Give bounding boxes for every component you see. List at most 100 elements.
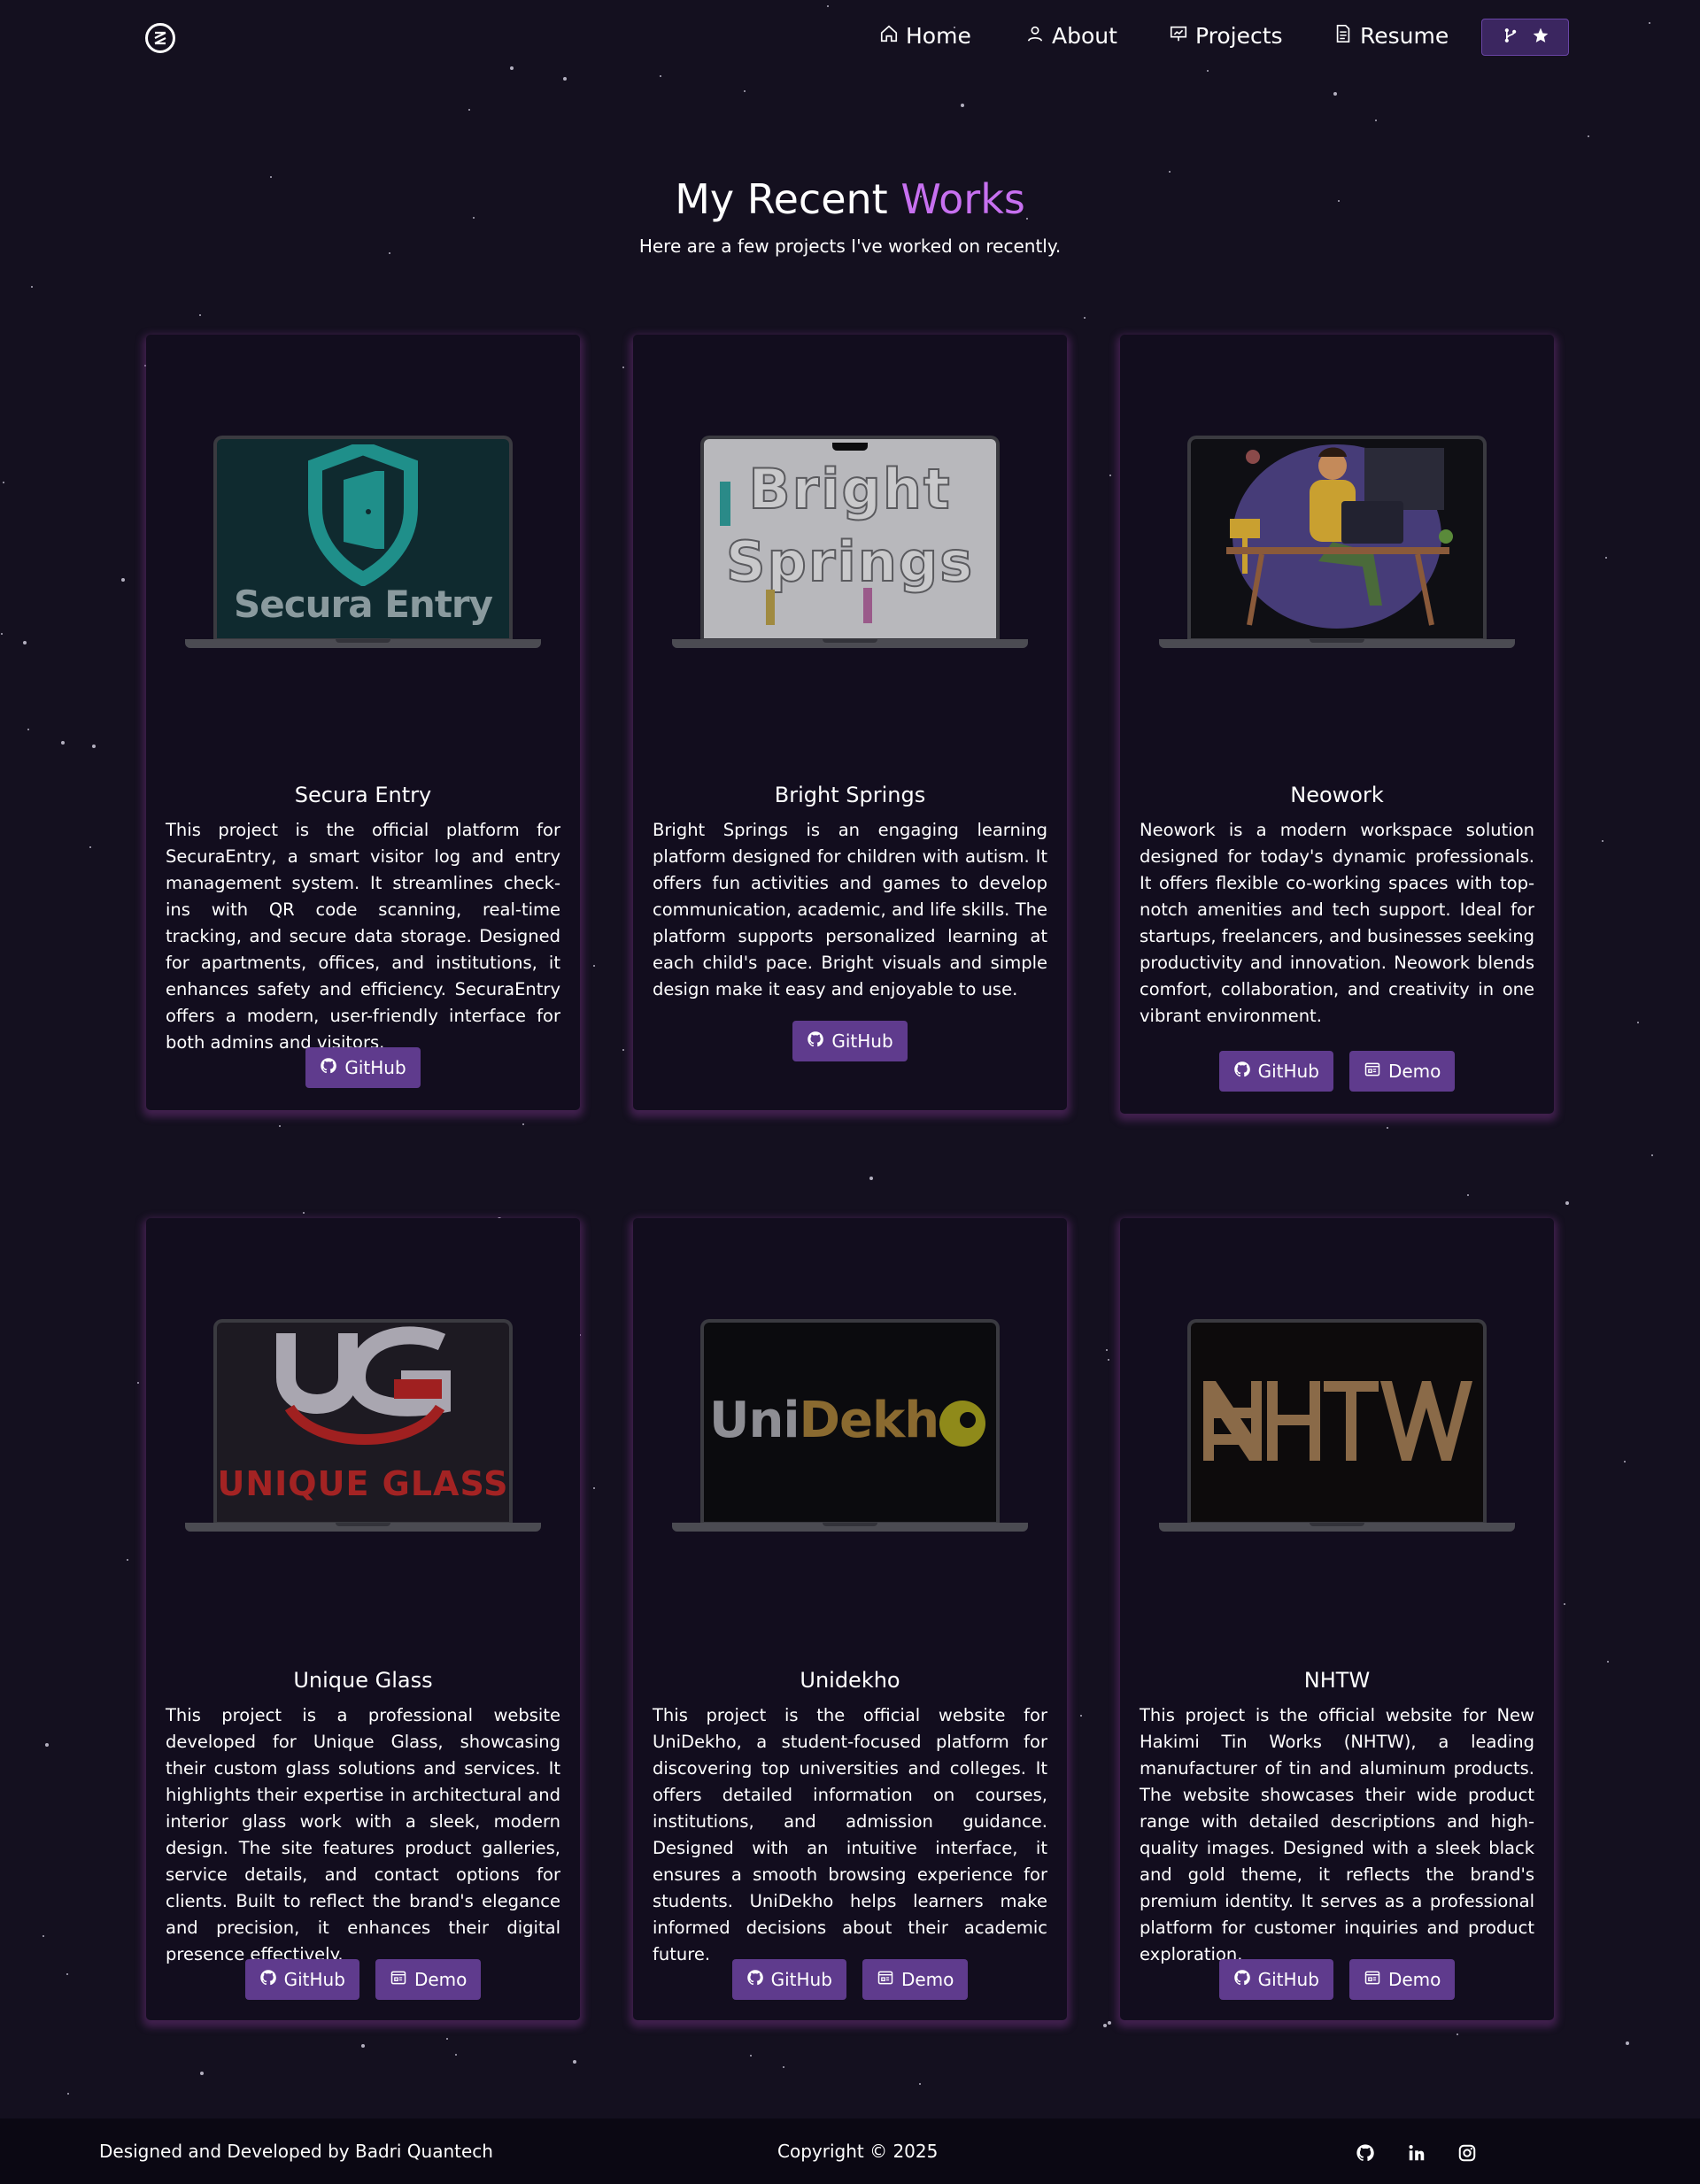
project-screenshot: UNIQUE GLASS: [217, 1323, 509, 1522]
github-button[interactable]: GitHub: [792, 1021, 908, 1061]
star-dot: [303, 1212, 305, 1214]
footer-credit: Designed and Developed by Badri Quantech: [99, 2141, 493, 2162]
star-dot: [1457, 2034, 1458, 2035]
github-icon: [1233, 1061, 1251, 1083]
linkedin-icon[interactable]: [1407, 2143, 1426, 2163]
eye-logo-icon: [939, 1401, 985, 1447]
page-title-accent: Works: [900, 175, 1025, 223]
nav-about-link[interactable]: About: [1025, 19, 1117, 51]
project-card-nhtw: NHTW This project is the official websit…: [1120, 1218, 1554, 2020]
logo-icon[interactable]: [145, 23, 175, 53]
nav-home-label: Home: [906, 22, 971, 49]
project-description: This project is a professional website d…: [166, 1705, 560, 1964]
star-dot: [89, 846, 91, 848]
star-dot: [127, 1559, 128, 1561]
project-description: Neowork is a modern workspace solution d…: [1140, 820, 1535, 1026]
star-dot: [1607, 1661, 1609, 1663]
nav-projects-link[interactable]: Projects: [1169, 19, 1283, 51]
fork-icon: [1502, 27, 1519, 48]
nav-about-label: About: [1052, 22, 1117, 49]
github-button-label: GitHub: [1257, 1969, 1319, 1990]
github-icon: [1233, 1969, 1251, 1991]
project-screenshot: Bright Springs: [704, 439, 996, 638]
demo-button[interactable]: Demo: [1348, 1051, 1456, 1092]
star-dot: [919, 2083, 921, 2085]
github-button[interactable]: GitHub: [731, 1959, 846, 2000]
github-icon[interactable]: [1356, 2143, 1375, 2163]
screen-brand-text-dekh: Dekh: [799, 1392, 940, 1449]
star-dot: [446, 2038, 448, 2040]
user-icon: [1025, 23, 1045, 49]
star-dot: [1467, 1194, 1469, 1196]
github-icon: [807, 1030, 824, 1053]
project-description: This project is the official platform fo…: [166, 820, 560, 1053]
project-description: This project is the official website for…: [1140, 1705, 1534, 1964]
github-button[interactable]: GitHub: [1218, 1959, 1333, 2000]
demo-button[interactable]: Demo: [375, 1959, 482, 2000]
github-button[interactable]: GitHub: [244, 1959, 359, 2000]
star-dot: [744, 90, 746, 92]
project-card-bright-springs: Bright Springs Bright Springs Bright Spr…: [633, 335, 1067, 1110]
star-dot: [121, 578, 125, 582]
star-dot: [593, 1487, 595, 1489]
shield-icon: [308, 444, 418, 586]
project-card-secura-entry: Secura Entry Secura Entry This project i…: [146, 335, 580, 1110]
project-description: Bright Springs is an engaging learning p…: [653, 820, 1047, 999]
screen-brand-text: Secura Entry: [234, 583, 493, 626]
github-button-label: GitHub: [1257, 1061, 1319, 1082]
star-dot: [622, 1049, 624, 1051]
star-dot: [468, 109, 470, 111]
browser-window-icon: [390, 1969, 407, 1991]
project-screenshot: [1191, 439, 1483, 638]
github-button-label: GitHub: [831, 1030, 893, 1052]
star-dot: [3, 482, 4, 483]
star-dot: [593, 965, 595, 967]
demo-button[interactable]: Demo: [1348, 1959, 1456, 2000]
star-dot: [961, 104, 964, 107]
nav-home-link[interactable]: Home: [879, 19, 971, 51]
github-button[interactable]: GitHub: [305, 1047, 421, 1088]
navbar: Home About Projects Resume: [0, 0, 1700, 73]
project-description: This project is the official website for…: [653, 1705, 1047, 1964]
star-dot: [750, 2055, 752, 2057]
project-title: Bright Springs: [774, 783, 926, 807]
star-dot: [67, 2093, 69, 2095]
star-dot: [31, 286, 33, 288]
laptop-mockup: Secura Entry: [185, 436, 541, 648]
star-dot: [61, 741, 65, 745]
star-dot: [1109, 475, 1111, 476]
star-dot: [27, 729, 29, 730]
star-dot: [1108, 1359, 1109, 1361]
footer: Designed and Developed by Badri Quantech…: [0, 2118, 1700, 2184]
nav-resume-link[interactable]: Resume: [1333, 19, 1449, 51]
star-dot: [1564, 1603, 1565, 1605]
github-button[interactable]: GitHub: [1218, 1051, 1333, 1092]
star-dot: [783, 2066, 784, 2068]
project-title: Unidekho: [800, 1668, 900, 1693]
github-icon: [320, 1057, 337, 1079]
star-dot: [1588, 135, 1589, 137]
github-star-button[interactable]: [1481, 19, 1569, 56]
star-dot: [1651, 1154, 1653, 1156]
project-title: Neowork: [1290, 783, 1384, 807]
page-title: My Recent Works: [0, 175, 1700, 223]
project-title: Unique Glass: [293, 1668, 433, 1693]
demo-button-label: Demo: [413, 1969, 468, 1990]
instagram-icon[interactable]: [1457, 2143, 1477, 2163]
github-button-label: GitHub: [344, 1057, 406, 1078]
laptop-mockup: [1159, 1319, 1515, 1532]
unique-glass-logo: [276, 1326, 451, 1445]
star-dot: [622, 367, 624, 368]
star-dot: [1, 633, 3, 635]
star-dot: [45, 1743, 49, 1747]
nhtw-logo: [1203, 1381, 1472, 1461]
star-dot: [1375, 120, 1377, 121]
browser-window-icon: [1364, 1969, 1381, 1991]
star-dot: [92, 745, 96, 748]
nav-resume-label: Resume: [1360, 22, 1449, 49]
demo-button[interactable]: Demo: [862, 1959, 969, 2000]
project-card-neowork: Neowork Neowork is a modern workspace so…: [1120, 335, 1554, 1114]
star-dot: [563, 77, 567, 81]
star-dot: [455, 2054, 457, 2056]
document-icon: [1333, 23, 1353, 49]
